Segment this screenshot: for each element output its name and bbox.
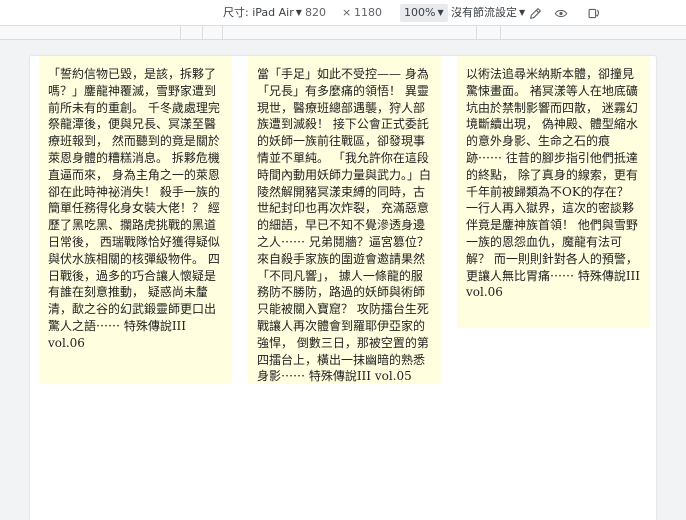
book-description-card: 「誓約信物已毀，是該，拆夥了嗎？」鏖龍神覆滅，雪野家遭到前所未有的重創。 千冬歲…	[39, 56, 232, 384]
ruler-segment	[222, 26, 223, 40]
device-label: 尺寸: iPad Air	[223, 6, 294, 19]
chevron-down-icon: ▼	[295, 8, 302, 17]
ruler-segment	[180, 26, 181, 40]
zoom-select[interactable]: 100% ▼	[400, 4, 448, 22]
book-description-card: 當「手足」如此不受控—— 身為「兄長」有多麼痛的領悟！ 異靈現世，醫療班總部遇襲…	[248, 56, 441, 384]
ruler-segment	[500, 26, 501, 40]
eyedropper-icon[interactable]	[526, 4, 544, 22]
device-select[interactable]: 尺寸: iPad Air ▼	[223, 0, 302, 26]
emulated-page: 「誓約信物已毀，是該，拆夥了嗎？」鏖龍神覆滅，雪野家遭到前所未有的重創。 千冬歲…	[30, 56, 656, 520]
device-toolbar: 尺寸: iPad Air ▼ 820 × 1180 100% ▼ 沒有節流設定 ▼	[0, 0, 686, 26]
chevron-down-icon: ▼	[437, 8, 444, 17]
media-query-ruler[interactable]	[0, 26, 686, 40]
eye-icon[interactable]	[552, 4, 570, 22]
width-input[interactable]: 820	[305, 0, 326, 26]
throttling-label: 沒有節流設定	[451, 6, 517, 19]
chevron-down-icon: ▼	[519, 8, 526, 17]
throttling-select[interactable]: 沒有節流設定 ▼	[451, 0, 525, 26]
height-input[interactable]: 1180	[354, 0, 382, 26]
ruler-segment	[476, 26, 477, 40]
rotate-icon[interactable]	[585, 4, 603, 22]
book-description-card: 以術法追尋米納斯本體，卻撞見驚悚畫面。 褚冥漾等人在地底礦坑由於禁制影響而四散，…	[457, 56, 650, 328]
zoom-label: 100%	[404, 6, 436, 19]
ruler-segment	[202, 26, 203, 40]
times-symbol: ×	[342, 6, 352, 19]
